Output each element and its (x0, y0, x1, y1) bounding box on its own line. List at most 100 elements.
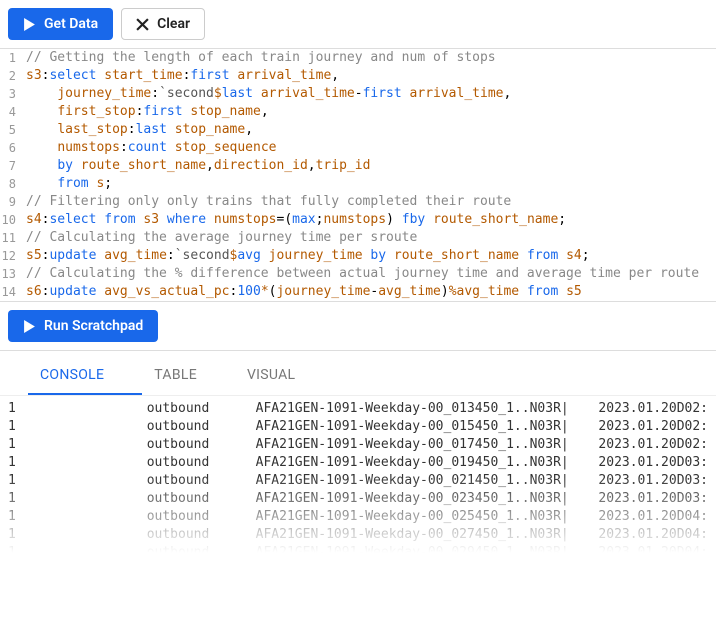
console-cell: AFA21GEN-1091-Weekday-00_019450_1..N03R| (256, 454, 599, 472)
console-cell: 2023.01.20D02: (598, 418, 708, 436)
console-row: 1outboundAFA21GEN-1091-Weekday-00_023450… (8, 490, 708, 508)
console-cell: outbound (147, 472, 256, 490)
line-number: 8 (0, 175, 22, 193)
code-text[interactable]: // Getting the length of each train jour… (22, 49, 496, 67)
close-icon (136, 18, 149, 31)
console-row: 1outboundAFA21GEN-1091-Weekday-00_027450… (8, 526, 708, 544)
code-line[interactable]: 8 from s; (0, 175, 716, 193)
code-text[interactable]: from s; (22, 175, 112, 193)
code-line[interactable]: 11// Calculating the average journey tim… (0, 229, 716, 247)
clear-label: Clear (157, 16, 190, 32)
code-text[interactable]: last_stop:last stop_name, (22, 121, 253, 139)
console-row: 1outboundAFA21GEN-1091-Weekday-00_021450… (8, 472, 708, 490)
console-cell: 1 (8, 436, 147, 454)
console-cell: outbound (147, 454, 256, 472)
code-text[interactable]: s3:select start_time:first arrival_time, (22, 67, 339, 85)
code-text[interactable]: // Calculating the % difference between … (22, 265, 699, 283)
line-number: 14 (0, 283, 22, 301)
console-cell: outbound (147, 490, 256, 508)
console-cell: 1 (8, 454, 147, 472)
line-number: 10 (0, 211, 22, 229)
clear-button[interactable]: Clear (121, 8, 205, 40)
line-number: 12 (0, 247, 22, 265)
code-line[interactable]: 13// Calculating the % difference betwee… (0, 265, 716, 283)
line-number: 7 (0, 157, 22, 175)
get-data-button[interactable]: Get Data (8, 8, 113, 40)
console-cell: 1 (8, 472, 147, 490)
code-line[interactable]: 10s4:select from s3 where numstops=(max;… (0, 211, 716, 229)
console-row: 1outboundAFA21GEN-1091-Weekday-00_013450… (8, 400, 708, 418)
code-line[interactable]: 4 first_stop:first stop_name, (0, 103, 716, 121)
console-cell: 1 (8, 508, 147, 526)
console-cell: 1 (8, 526, 147, 544)
line-number: 9 (0, 193, 22, 211)
panel-tabs: CONSOLETABLEVISUAL (0, 351, 716, 396)
console-row: 1outboundAFA21GEN-1091-Weekday-00_017450… (8, 436, 708, 454)
line-number: 5 (0, 121, 22, 139)
console-cell: AFA21GEN-1091-Weekday-00_021450_1..N03R| (256, 472, 599, 490)
code-text[interactable]: // Calculating the average journey time … (22, 229, 417, 247)
code-line[interactable]: 9// Filtering only only trains that full… (0, 193, 716, 211)
console-cell: AFA21GEN-1091-Weekday-00_017450_1..N03R| (256, 436, 599, 454)
line-number: 2 (0, 67, 22, 85)
console-cell: outbound (147, 436, 256, 454)
console-cell: AFA21GEN-1091-Weekday-00_027450_1..N03R| (256, 526, 599, 544)
toolbar-run: Run Scratchpad (0, 302, 716, 351)
line-number: 6 (0, 139, 22, 157)
code-text[interactable]: s5:update avg_time:`second$avg journey_t… (22, 247, 590, 265)
code-text[interactable]: by route_short_name,direction_id,trip_id (22, 157, 370, 175)
console-cell: AFA21GEN-1091-Weekday-00_015450_1..N03R| (256, 418, 599, 436)
console-row: 1outboundAFA21GEN-1091-Weekday-00_015450… (8, 418, 708, 436)
console-output[interactable]: 1outboundAFA21GEN-1091-Weekday-00_013450… (0, 396, 716, 566)
console-cell: outbound (147, 526, 256, 544)
console-cell: 1 (8, 418, 147, 436)
code-text[interactable]: s4:select from s3 where numstops=(max;nu… (22, 211, 566, 229)
console-cell: AFA21GEN-1091-Weekday-00_029450_1..N03R| (256, 544, 599, 562)
console-row: 1outboundAFA21GEN-1091-Weekday-00_025450… (8, 508, 708, 526)
console-cell: 2023.01.20D04: (598, 526, 708, 544)
code-text[interactable]: // Filtering only only trains that fully… (22, 193, 511, 211)
tab-visual[interactable]: VISUAL (235, 357, 333, 395)
play-icon (23, 320, 36, 333)
line-number: 4 (0, 103, 22, 121)
console-cell: 1 (8, 490, 147, 508)
run-scratchpad-button[interactable]: Run Scratchpad (8, 310, 158, 342)
code-editor[interactable]: 1// Getting the length of each train jou… (0, 49, 716, 302)
console-cell: 2023.01.20D03: (598, 490, 708, 508)
console-cell: AFA21GEN-1091-Weekday-00_023450_1..N03R| (256, 490, 599, 508)
console-cell: 2023.01.20D03: (598, 454, 708, 472)
code-line[interactable]: 2s3:select start_time:first arrival_time… (0, 67, 716, 85)
console-row: 1outboundAFA21GEN-1091-Weekday-00_019450… (8, 454, 708, 472)
console-cell: 2023.01.20D04: (598, 544, 708, 562)
code-line[interactable]: 6 numstops:count stop_sequence (0, 139, 716, 157)
toolbar-top: Get Data Clear (0, 0, 716, 49)
console-cell: outbound (147, 418, 256, 436)
console-cell: 2023.01.20D03: (598, 472, 708, 490)
code-line[interactable]: 1// Getting the length of each train jou… (0, 49, 716, 67)
line-number: 13 (0, 265, 22, 283)
console-cell: 2023.01.20D04: (598, 508, 708, 526)
console-cell: 1 (8, 544, 147, 562)
console-cell: AFA21GEN-1091-Weekday-00_013450_1..N03R| (256, 400, 599, 418)
console-cell: AFA21GEN-1091-Weekday-00_025450_1..N03R| (256, 508, 599, 526)
console-cell: outbound (147, 508, 256, 526)
code-text[interactable]: s6:update avg_vs_actual_pc:100*(journey_… (22, 283, 582, 301)
code-line[interactable]: 14s6:update avg_vs_actual_pc:100*(journe… (0, 283, 716, 301)
line-number: 3 (0, 85, 22, 103)
code-line[interactable]: 12s5:update avg_time:`second$avg journey… (0, 247, 716, 265)
code-line[interactable]: 3 journey_time:`second$last arrival_time… (0, 85, 716, 103)
console-cell: 1 (8, 400, 147, 418)
play-icon (23, 18, 36, 31)
get-data-label: Get Data (44, 16, 98, 32)
code-line[interactable]: 7 by route_short_name,direction_id,trip_… (0, 157, 716, 175)
code-text[interactable]: journey_time:`second$last arrival_time-f… (22, 85, 511, 103)
tab-table[interactable]: TABLE (142, 357, 235, 395)
console-row: 1outboundAFA21GEN-1091-Weekday-00_029450… (8, 544, 708, 562)
line-number: 11 (0, 229, 22, 247)
line-number: 1 (0, 49, 22, 67)
console-cell: outbound (147, 400, 256, 418)
code-line[interactable]: 5 last_stop:last stop_name, (0, 121, 716, 139)
tab-console[interactable]: CONSOLE (28, 357, 142, 395)
code-text[interactable]: first_stop:first stop_name, (22, 103, 269, 121)
code-text[interactable]: numstops:count stop_sequence (22, 139, 276, 157)
